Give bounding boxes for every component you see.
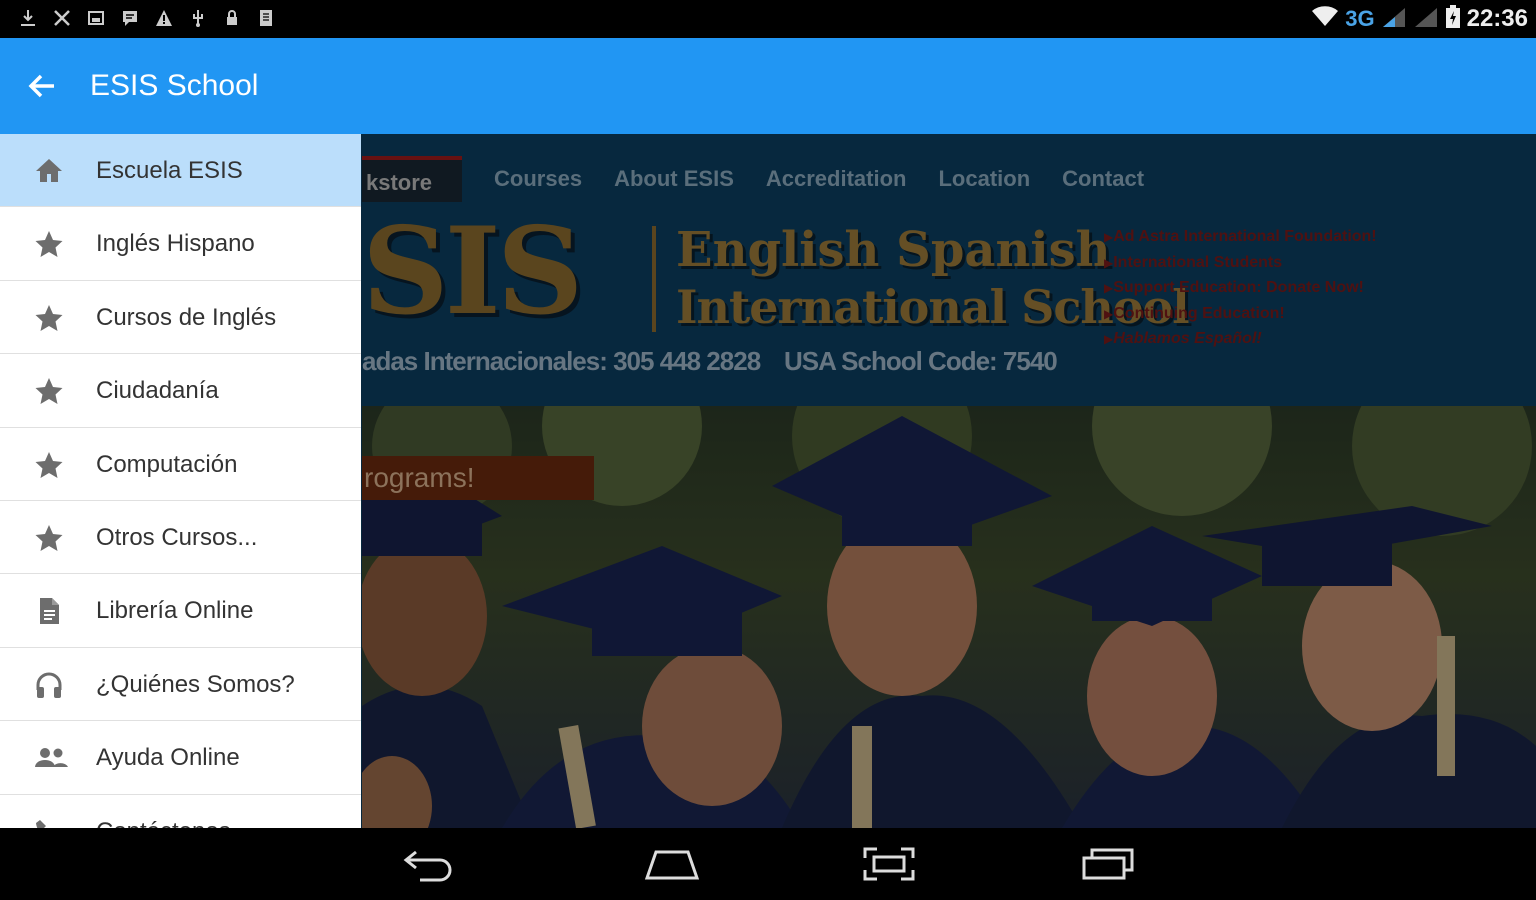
hero-graduates-photo: rograms!: [362, 406, 1536, 828]
message-icon: [120, 8, 140, 28]
nav-drawer: Escuela ESIS Inglés Hispano Cursos de In…: [0, 134, 361, 828]
usb-icon: [188, 8, 208, 28]
status-bar: 3G 22:36: [0, 0, 1536, 38]
arrow-back-icon[interactable]: [26, 70, 58, 102]
app-bar: ESIS School: [0, 38, 1536, 134]
drawer-item-contactenos[interactable]: Contáctenos: [0, 795, 361, 828]
drawer-item-ciudadania[interactable]: Ciudadanía: [0, 354, 361, 428]
star-icon: [34, 229, 64, 259]
signal-icon: [1381, 6, 1407, 33]
link-continuing-education[interactable]: Continuing Education!: [1104, 305, 1377, 331]
logo-divider: [652, 226, 656, 332]
screenshot-icon: [863, 847, 915, 881]
phone-number: adas Internacionales: 305 448 2828: [362, 346, 761, 376]
drawer-item-quienes-somos[interactable]: ¿Quiénes Somos?: [0, 648, 361, 722]
tab-courses[interactable]: Courses: [494, 166, 582, 192]
back-icon: [403, 850, 452, 882]
website-nav: kstore Courses About ESIS Accreditation …: [362, 156, 1144, 202]
link-international-students[interactable]: International Students: [1104, 254, 1377, 280]
phone-icon: [34, 817, 64, 828]
drawer-item-libreria[interactable]: Librería Online: [0, 574, 361, 648]
people-icon: [34, 743, 68, 773]
logo-title-line1: English Spanish: [676, 222, 1111, 278]
school-code: USA School Code: 7540: [784, 346, 1058, 376]
star-icon: [34, 303, 64, 333]
drawer-item-label: ¿Quiénes Somos?: [96, 670, 295, 698]
screenshot-button[interactable]: [862, 846, 916, 882]
home-icon: [34, 156, 64, 186]
image-icon: [86, 8, 106, 28]
drawer-item-label: Inglés Hispano: [96, 230, 255, 258]
recents-button[interactable]: [1080, 846, 1136, 882]
logo-letters: SIS: [362, 201, 583, 342]
wifi-icon: [1311, 5, 1339, 33]
battery-icon: [1445, 4, 1461, 34]
lock-icon: [222, 8, 242, 28]
drawer-item-label: Ayuda Online: [96, 744, 240, 772]
drawer-item-label: Librería Online: [96, 597, 254, 625]
website-links: Ad Astra International Foundation! Inter…: [1104, 228, 1377, 356]
recents-icon: [1082, 848, 1134, 880]
network-type: 3G: [1345, 6, 1375, 31]
signal-icon-2: [1413, 6, 1439, 33]
headset-icon: [34, 670, 64, 700]
drawer-item-escuela[interactable]: Escuela ESIS: [0, 134, 361, 208]
drawer-item-label: Computación: [96, 450, 238, 478]
system-nav-bar: [0, 828, 1536, 900]
content-area: kstore Courses About ESIS Accreditation …: [0, 134, 1536, 828]
tab-contact[interactable]: Contact: [1062, 166, 1144, 192]
tab-bookstore[interactable]: kstore: [362, 156, 463, 202]
back-button[interactable]: [402, 846, 456, 882]
drawer-item-label: Escuela ESIS: [96, 157, 243, 184]
app-title: ESIS School: [90, 69, 259, 102]
drawer-item-label: Cursos de Inglés: [96, 303, 277, 331]
drawer-item-ayuda[interactable]: Ayuda Online: [0, 721, 361, 795]
system-indicators: 3G 22:36: [1311, 4, 1528, 34]
programs-banner[interactable]: rograms!: [362, 456, 594, 500]
link-hablamos[interactable]: Hablamos Español!: [1104, 330, 1377, 356]
link-donate[interactable]: Support Education: Donate Now!: [1104, 279, 1377, 305]
drawer-item-computacion[interactable]: Computación: [0, 428, 361, 501]
drawer-item-label: Contáctenos: [96, 818, 231, 828]
home-nav-icon: [644, 850, 700, 880]
link-foundation[interactable]: Ad Astra International Foundation!: [1104, 228, 1376, 254]
notification-icons: [18, 8, 276, 28]
clock: 22:36: [1466, 5, 1528, 32]
star-icon: [34, 450, 64, 480]
drawer-item-ingles-hispano[interactable]: Inglés Hispano: [0, 207, 361, 281]
star-icon: [34, 376, 64, 406]
tab-accreditation[interactable]: Accreditation: [766, 166, 907, 192]
home-button[interactable]: [644, 846, 700, 882]
tab-about[interactable]: About ESIS: [614, 166, 734, 192]
drawer-item-label: Otros Cursos...: [96, 523, 258, 551]
tab-location[interactable]: Location: [938, 166, 1030, 192]
drawer-item-cursos-ingles[interactable]: Cursos de Inglés: [0, 281, 361, 355]
warning-icon: [154, 8, 174, 28]
file-icon: [34, 596, 64, 626]
drawer-item-label: Ciudadanía: [96, 377, 219, 405]
star-icon: [34, 523, 64, 553]
tools-icon: [52, 8, 72, 28]
download-icon: [18, 8, 38, 28]
drawer-item-otros-cursos[interactable]: Otros Cursos...: [0, 501, 361, 575]
document-icon: [256, 8, 276, 28]
